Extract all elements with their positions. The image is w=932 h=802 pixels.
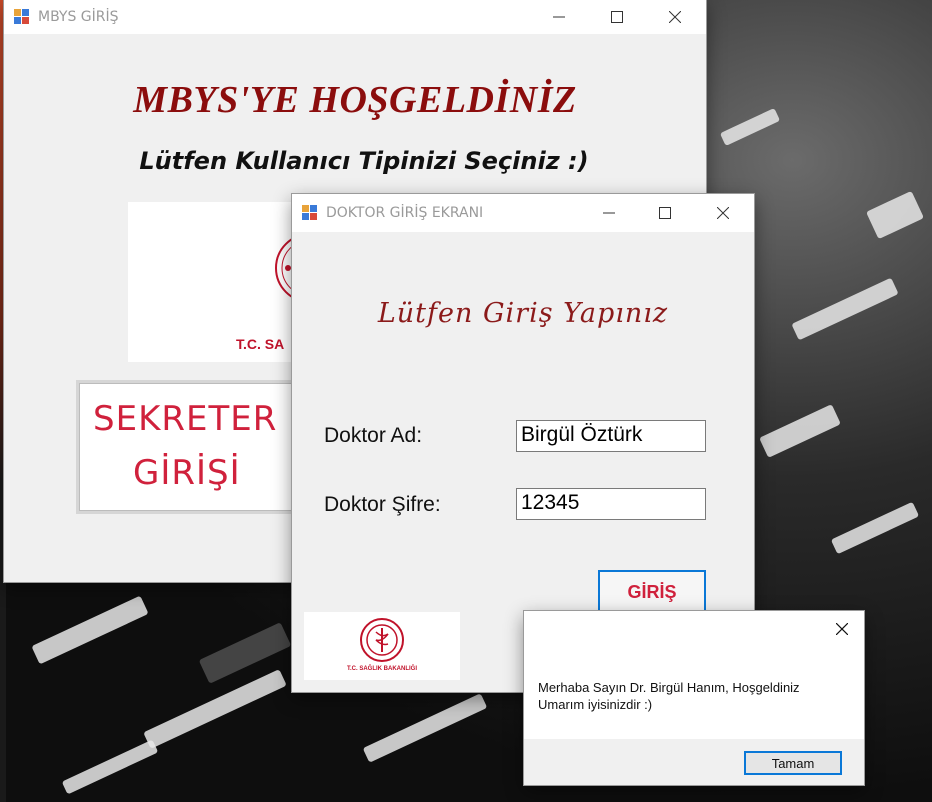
maximize-button[interactable] [594,0,640,34]
wallpaper-highlight [719,107,781,147]
close-icon [717,207,729,219]
user-type-prompt: Lütfen Kullanıcı Tipinizi Seçiniz :) [139,147,589,175]
welcome-message-dialog: Merhaba Sayın Dr. Birgül Hanım, Hoşgeldi… [524,611,864,785]
message-line: Umarım iyisinizdir :) [538,697,653,712]
maximize-button[interactable] [642,194,688,232]
wallpaper-highlight [791,277,899,341]
wallpaper-highlight [830,501,920,555]
title-bar[interactable]: MBYS GİRİŞ [4,0,706,34]
window-title: MBYS GİRİŞ [38,9,119,25]
wallpaper-highlight [362,693,488,763]
message-line: Merhaba Sayın Dr. Birgül Hanım, Hoşgeldi… [538,680,800,695]
minimize-button[interactable] [586,194,632,232]
minimize-icon [603,212,615,214]
close-button[interactable] [820,611,864,647]
title-bar[interactable]: DOKTOR GİRİŞ EKRANI [292,194,754,232]
maximize-icon [611,11,623,23]
close-button[interactable] [652,0,698,34]
app-icon [14,9,30,25]
doctor-password-field[interactable]: 12345 [516,488,706,520]
doctor-name-field[interactable]: Birgül Öztürk [516,420,706,452]
dialog-button-bar: Tamam [524,739,864,785]
login-button[interactable]: GİRİŞ [598,570,706,614]
close-icon [836,623,848,635]
close-button[interactable] [700,194,746,232]
wallpaper-highlight [31,595,149,665]
secretary-login-button[interactable]: SEKRETER GİRİŞİ [76,380,302,514]
close-icon [669,11,681,23]
secretary-label: SEKRETER [93,399,278,439]
ok-button[interactable]: Tamam [744,751,842,775]
minimize-button[interactable] [536,0,582,34]
doctor-password-label: Doktor Şifre: [324,493,441,516]
ministry-logo-panel[interactable]: T.C. SA [128,202,314,362]
secretary-login-label: GİRİŞİ [133,453,241,493]
window-title: DOKTOR GİRİŞ EKRANI [326,205,484,221]
message-text: Merhaba Sayın Dr. Birgül Hanım, Hoşgeldi… [538,679,858,713]
wallpaper-highlight [866,190,924,240]
wallpaper-highlight [61,739,159,795]
ministry-logo-text: T.C. SA [236,336,285,352]
ministry-logo-caption: T.C. SAĞLIK BAKANLIĞI [347,666,417,672]
wallpaper-highlight [759,404,841,458]
login-prompt: Lütfen Giriş Yapınız [377,298,669,329]
minimize-icon [553,16,565,18]
ministry-logo: T.C. SAĞLIK BAKANLIĞI [304,612,460,680]
title-bar[interactable] [524,611,864,647]
app-icon [302,205,318,221]
maximize-icon [659,207,671,219]
doctor-name-label: Doktor Ad: [324,424,423,447]
ministry-emblem-icon [360,618,404,662]
welcome-heading: MBYS'YE HOŞGELDİNİZ [133,79,577,121]
